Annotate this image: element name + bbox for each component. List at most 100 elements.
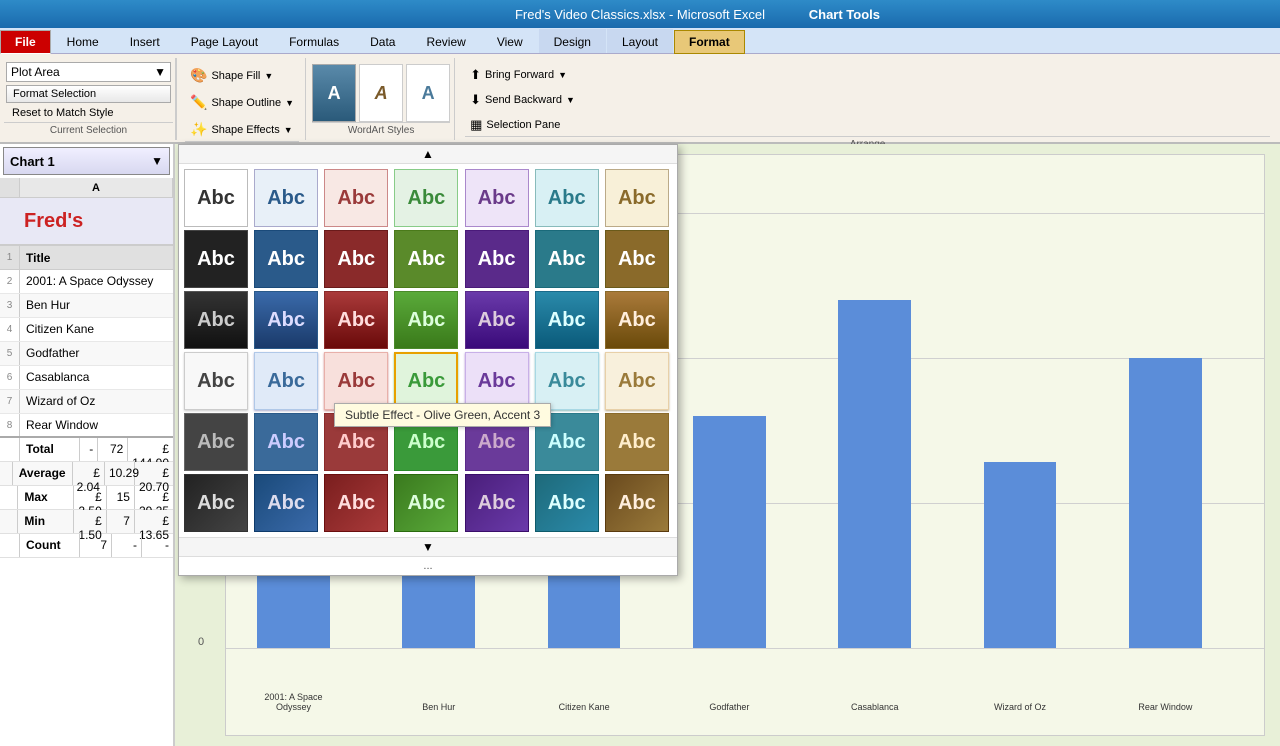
abc-item-r3-c3[interactable]: Abc	[394, 352, 458, 410]
abc-item-r3-c1[interactable]: Abc	[254, 352, 318, 410]
abc-item-r2-c3[interactable]: Abc	[394, 291, 458, 349]
abc-item-r2-c5[interactable]: Abc	[535, 291, 599, 349]
abc-item-r5-c2[interactable]: Abc	[324, 474, 388, 532]
scroll-down-icon: ▼	[422, 540, 434, 554]
abc-item-r1-c3[interactable]: Abc	[394, 230, 458, 288]
cell-space-odyssey[interactable]: 2001: A Space Odyssey	[20, 270, 173, 293]
selection-pane-btn[interactable]: ▦ Selection Pane	[465, 114, 1270, 136]
reset-style-label: Reset to Match Style	[12, 107, 114, 119]
y-label-0: 0	[198, 636, 204, 648]
row-num-8: 8	[0, 414, 20, 436]
title-row: 1 Title	[0, 246, 173, 270]
chart-area-dropdown[interactable]: Plot Area ▼	[6, 62, 171, 82]
popup-more[interactable]: ...	[179, 556, 677, 575]
abc-item-r1-c4[interactable]: Abc	[465, 230, 529, 288]
tab-design[interactable]: Design	[539, 29, 606, 53]
bring-forward-icon: ⬆	[470, 67, 481, 83]
stat-min-v3: £ 13.65	[135, 510, 173, 533]
abc-item-r1-c5[interactable]: Abc	[535, 230, 599, 288]
shape-fill-btn[interactable]: 🎨 Shape Fill ▼	[185, 64, 299, 87]
tab-page-layout[interactable]: Page Layout	[176, 29, 273, 53]
popup-scroll-down[interactable]: ▼	[179, 537, 677, 556]
abc-item-r0-c0[interactable]: Abc	[184, 169, 248, 227]
arrange-group: ⬆ Bring Forward ▼ ⬇ Send Backward ▼ ▦ Se…	[457, 58, 1278, 140]
abc-item-r0-c5[interactable]: Abc	[535, 169, 599, 227]
tab-view[interactable]: View	[482, 29, 538, 53]
abc-item-r0-c4[interactable]: Abc	[465, 169, 529, 227]
abc-item-r1-c1[interactable]: Abc	[254, 230, 318, 288]
stats-section: Total - 72 £ 144.90 Average £ 2.04 10.29…	[0, 438, 173, 746]
chart-dropdown[interactable]: Chart 1 ▼	[3, 147, 170, 175]
stat-max-label: Max	[18, 486, 74, 509]
wordart-item-3[interactable]: A	[406, 64, 450, 122]
abc-item-r5-c0[interactable]: Abc	[184, 474, 248, 532]
wordart-item-1[interactable]: A	[312, 64, 356, 122]
send-backward-label: Send Backward	[485, 94, 562, 106]
abc-item-r4-c6[interactable]: Abc	[605, 413, 669, 471]
abc-item-r2-c0[interactable]: Abc	[184, 291, 248, 349]
cell-casablanca[interactable]: Casablanca	[20, 366, 173, 389]
cell-ben-hur[interactable]: Ben Hur	[20, 294, 173, 317]
tab-home[interactable]: Home	[52, 29, 114, 53]
abc-item-r3-c0[interactable]: Abc	[184, 352, 248, 410]
abc-item-r5-c5[interactable]: Abc	[535, 474, 599, 532]
abc-item-r4-c0[interactable]: Abc	[184, 413, 248, 471]
send-backward-btn[interactable]: ⬇ Send Backward ▼	[465, 89, 1270, 111]
wordart-styles-group: A A A WordArt Styles	[308, 58, 455, 140]
stat-max-v3: £ 29.25	[135, 486, 173, 509]
tab-review[interactable]: Review	[411, 29, 480, 53]
freds-title: Fred's	[24, 210, 83, 233]
abc-item-r2-c1[interactable]: Abc	[254, 291, 318, 349]
abc-item-r0-c1[interactable]: Abc	[254, 169, 318, 227]
abc-item-r0-c6[interactable]: Abc	[605, 169, 669, 227]
abc-item-r2-c6[interactable]: Abc	[605, 291, 669, 349]
abc-item-r1-c2[interactable]: Abc	[324, 230, 388, 288]
wordart-tooltip: Subtle Effect - Olive Green, Accent 3	[334, 403, 551, 427]
tab-format[interactable]: Format	[674, 30, 745, 54]
title-row-num: 1	[0, 246, 20, 269]
bar-label-rear-window: Rear Window	[1108, 702, 1222, 712]
bar-godfather	[693, 416, 766, 648]
abc-item-r5-c1[interactable]: Abc	[254, 474, 318, 532]
bring-forward-btn[interactable]: ⬆ Bring Forward ▼	[465, 64, 1270, 86]
abc-item-r2-c2[interactable]: Abc	[324, 291, 388, 349]
selection-pane-icon: ▦	[470, 117, 482, 133]
popup-scroll-up[interactable]: ▲	[179, 145, 677, 164]
tab-file[interactable]: File	[0, 30, 51, 54]
abc-item-r1-c0[interactable]: Abc	[184, 230, 248, 288]
tab-layout[interactable]: Layout	[607, 29, 673, 53]
tab-formulas[interactable]: Formulas	[274, 29, 354, 53]
cell-citizen-kane[interactable]: Citizen Kane	[20, 318, 173, 341]
bar-label-citizen-kane: Citizen Kane	[527, 702, 641, 712]
abc-item-r1-c6[interactable]: Abc	[605, 230, 669, 288]
abc-item-r0-c3[interactable]: Abc	[394, 169, 458, 227]
shape-fill-label: Shape Fill	[211, 70, 260, 82]
shape-outline-btn[interactable]: ✏️ Shape Outline ▼	[185, 91, 299, 114]
bar-label-ben-hur: Ben Hur	[382, 702, 496, 712]
row-space-odyssey: 2 2001: A Space Odyssey	[0, 270, 173, 294]
abc-item-r0-c2[interactable]: Abc	[324, 169, 388, 227]
wordart-item-2[interactable]: A	[359, 64, 403, 122]
abc-item-r5-c3[interactable]: Abc	[394, 474, 458, 532]
cell-rear-window[interactable]: Rear Window	[20, 414, 173, 436]
tab-insert[interactable]: Insert	[115, 29, 175, 53]
shape-outline-label: Shape Outline	[211, 97, 281, 109]
chart-area-text: Plot Area	[11, 65, 154, 79]
stat-row-total: Total - 72 £ 144.90	[0, 438, 173, 462]
abc-item-r4-c1[interactable]: Abc	[254, 413, 318, 471]
format-selection-btn[interactable]: Format Selection	[6, 85, 171, 103]
abc-item-r3-c6[interactable]: Abc	[605, 352, 669, 410]
shape-effects-btn[interactable]: ✨ Shape Effects ▼	[185, 118, 299, 141]
abc-item-r5-c4[interactable]: Abc	[465, 474, 529, 532]
tab-data[interactable]: Data	[355, 29, 410, 53]
abc-item-r3-c2[interactable]: Abc	[324, 352, 388, 410]
cell-wizard[interactable]: Wizard of Oz	[20, 390, 173, 413]
bar-casablanca	[838, 300, 911, 648]
freds-header: Fred's	[0, 198, 173, 246]
abc-item-r2-c4[interactable]: Abc	[465, 291, 529, 349]
abc-item-r3-c4[interactable]: Abc	[465, 352, 529, 410]
cell-godfather[interactable]: Godfather	[20, 342, 173, 365]
abc-item-r5-c6[interactable]: Abc	[605, 474, 669, 532]
abc-item-r3-c5[interactable]: Abc	[535, 352, 599, 410]
reset-style-btn[interactable]: Reset to Match Style	[6, 105, 171, 121]
